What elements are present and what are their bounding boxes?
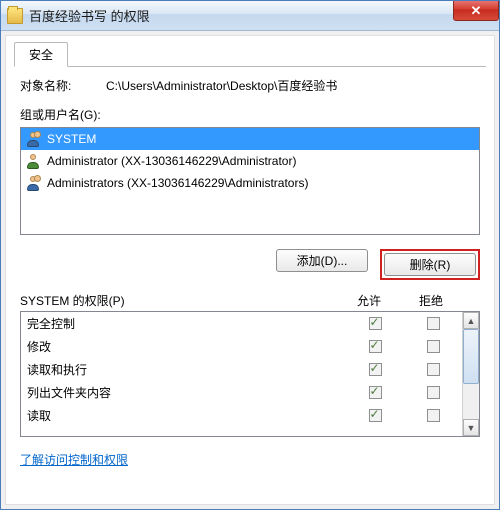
allow-checkbox[interactable] (369, 340, 382, 353)
client-area: 安全 对象名称: C:\Users\Administrator\Desktop\… (5, 35, 495, 505)
scroll-down-button[interactable]: ▼ (463, 419, 479, 436)
deny-checkbox[interactable] (427, 340, 440, 353)
tab-security[interactable]: 安全 (14, 42, 68, 67)
permission-row: 完全控制 (21, 312, 462, 335)
permission-name: 读取 (27, 407, 346, 424)
deny-checkbox[interactable] (427, 386, 440, 399)
object-path: C:\Users\Administrator\Desktop\百度经验书 (106, 77, 486, 94)
permissions-rows: 完全控制 修改 读取和执行 列出文件夹内容 (21, 312, 462, 436)
learn-more-link[interactable]: 了解访问控制和权限 (20, 451, 128, 468)
folder-icon (7, 8, 23, 24)
permission-name: 完全控制 (27, 315, 346, 332)
permission-row: 读取和执行 (21, 358, 462, 381)
scroll-track[interactable] (463, 329, 479, 419)
list-item[interactable]: Administrators (XX-13036146229\Administr… (21, 172, 479, 194)
remove-button[interactable]: 删除(R) (384, 253, 476, 276)
principal-buttons: 添加(D)... 删除(R) (20, 249, 480, 280)
user-icon (25, 153, 41, 169)
close-button[interactable]: ✕ (453, 1, 499, 21)
close-icon: ✕ (471, 3, 482, 19)
permission-row: 修改 (21, 335, 462, 358)
deny-column-header: 拒绝 (400, 292, 462, 309)
permission-row: 读取 (21, 404, 462, 427)
deny-checkbox[interactable] (427, 363, 440, 376)
window-title: 百度经验书写 的权限 (29, 6, 150, 25)
principal-name: Administrator (XX-13036146229\Administra… (47, 154, 296, 168)
scroll-up-button[interactable]: ▲ (463, 312, 479, 329)
permission-name: 读取和执行 (27, 361, 346, 378)
scroll-thumb[interactable] (463, 329, 479, 384)
tab-strip: 安全 (14, 42, 486, 67)
permission-row: 列出文件夹内容 (21, 381, 462, 404)
permission-name: 列出文件夹内容 (27, 384, 346, 401)
object-row: 对象名称: C:\Users\Administrator\Desktop\百度经… (20, 77, 486, 94)
allow-checkbox[interactable] (369, 386, 382, 399)
list-item[interactable]: SYSTEM (21, 128, 479, 150)
allow-column-header: 允许 (338, 292, 400, 309)
principal-name: SYSTEM (47, 132, 96, 146)
allow-checkbox[interactable] (369, 409, 382, 422)
scrollbar[interactable]: ▲ ▼ (462, 312, 479, 436)
permissions-label: SYSTEM 的权限(P) (20, 292, 338, 309)
permission-name: 修改 (27, 338, 346, 355)
deny-checkbox[interactable] (427, 409, 440, 422)
remove-highlight: 删除(R) (380, 249, 480, 280)
users-icon (25, 175, 41, 191)
list-item[interactable]: Administrator (XX-13036146229\Administra… (21, 150, 479, 172)
users-icon (25, 131, 41, 147)
groups-label: 组或用户名(G): (20, 106, 486, 123)
permissions-dialog: 百度经验书写 的权限 ✕ 安全 对象名称: C:\Users\Administr… (0, 0, 500, 510)
titlebar[interactable]: 百度经验书写 的权限 ✕ (1, 1, 499, 31)
allow-checkbox[interactable] (369, 317, 382, 330)
principals-list[interactable]: SYSTEM Administrator (XX-13036146229\Adm… (20, 127, 480, 235)
deny-checkbox[interactable] (427, 317, 440, 330)
principal-name: Administrators (XX-13036146229\Administr… (47, 176, 308, 190)
allow-checkbox[interactable] (369, 363, 382, 376)
add-button[interactable]: 添加(D)... (276, 249, 368, 272)
object-label: 对象名称: (20, 77, 106, 94)
permissions-header: SYSTEM 的权限(P) 允许 拒绝 (20, 292, 480, 309)
permissions-list: 完全控制 修改 读取和执行 列出文件夹内容 (20, 311, 480, 437)
